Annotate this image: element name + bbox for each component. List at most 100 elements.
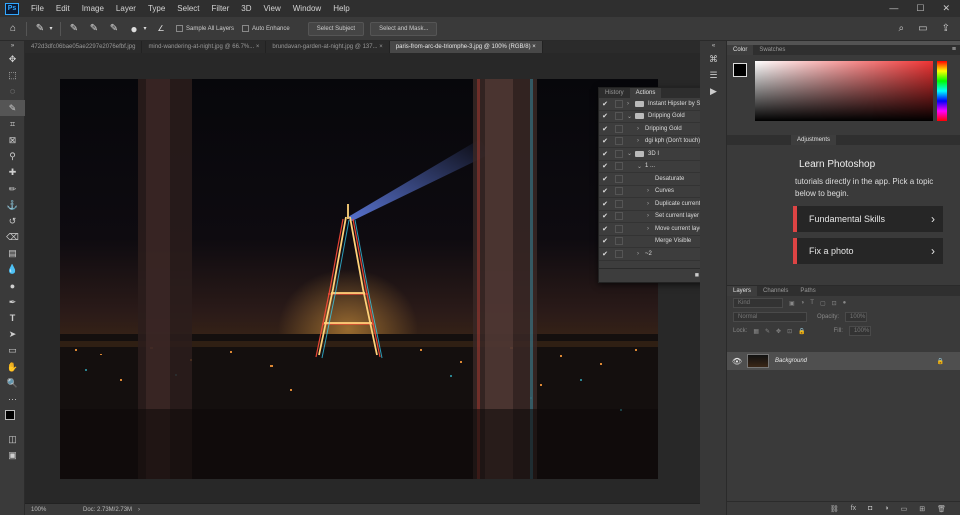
expand-arrow-icon[interactable]: ⌄ — [627, 150, 635, 157]
check-icon[interactable]: ✔ — [599, 150, 611, 158]
dodge-tool-icon[interactable]: ● — [0, 278, 25, 294]
libraries-icon[interactable]: ⌘ — [700, 51, 727, 67]
foreground-swatch[interactable] — [733, 63, 747, 77]
layer-row-background[interactable]: 👁 Background 🔒 — [727, 352, 960, 370]
pen-tool-icon[interactable]: ✒ — [0, 294, 25, 310]
lock-artboard-icon[interactable]: ⊡ — [787, 328, 792, 335]
expand-arrow-icon[interactable]: ⌄ — [637, 163, 645, 170]
dialog-toggle[interactable] — [615, 224, 623, 233]
lock-move-icon[interactable]: ✥ — [776, 328, 781, 335]
adjustment-layer-icon[interactable]: ◑ — [884, 505, 888, 512]
tab-color[interactable]: Color — [727, 45, 754, 55]
dialog-toggle[interactable] — [615, 124, 623, 133]
check-icon[interactable]: ✔ — [599, 225, 611, 233]
quick-selection-tool-icon[interactable]: ✎ — [33, 22, 47, 36]
dialog-toggle[interactable] — [615, 174, 623, 183]
menu-item-filter[interactable]: Filter — [206, 4, 236, 13]
check-icon[interactable]: ✔ — [599, 162, 611, 170]
dialog-toggle[interactable] — [615, 212, 623, 221]
menu-item-layer[interactable]: Layer — [110, 4, 142, 13]
new-selection-icon[interactable]: ✎ — [67, 22, 81, 36]
tab-history[interactable]: History — [599, 88, 630, 98]
actions-icon[interactable]: ▶ — [700, 83, 727, 99]
dialog-toggle[interactable] — [615, 162, 623, 171]
blend-mode-select[interactable]: Normal — [733, 312, 807, 322]
collapse-icon[interactable]: « — [700, 41, 727, 51]
chevron-down-icon[interactable]: ▾ — [142, 22, 148, 36]
eye-icon[interactable]: 👁 — [727, 357, 747, 366]
filter-shape-icon[interactable]: ▢ — [820, 300, 826, 307]
learn-card[interactable]: Fix a photo › — [793, 238, 943, 264]
expand-arrow-icon[interactable]: › — [627, 101, 635, 107]
tab-layers[interactable]: Layers — [727, 286, 758, 296]
auto-enhance-checkbox[interactable]: Auto Enhance — [242, 25, 290, 32]
select-subject-button[interactable]: Select Subject — [307, 21, 365, 36]
check-icon[interactable]: ✔ — [599, 250, 611, 258]
document-tab[interactable]: 472d3dfc06bae05ae2297e2076efbf.jpg — [25, 41, 143, 53]
menu-item-file[interactable]: File — [25, 4, 50, 13]
tab-actions[interactable]: Actions — [629, 88, 662, 98]
dialog-toggle[interactable] — [615, 237, 623, 246]
lock-pixels-icon[interactable]: ▦ — [753, 328, 759, 335]
document-tab[interactable]: mind-wandering-at-night.jpg @ 66.7%... × — [142, 41, 267, 53]
tab-swatches[interactable]: Swatches — [753, 45, 791, 55]
menu-item-select[interactable]: Select — [171, 4, 205, 13]
gradient-tool-icon[interactable]: ▤ — [0, 245, 25, 261]
collapse-icon[interactable]: » — [0, 41, 25, 51]
marquee-tool-icon[interactable]: ⬚ — [0, 67, 25, 83]
quick-selection-tool-icon[interactable]: ✎ — [0, 99, 25, 116]
color-swatches-icon[interactable] — [0, 407, 25, 431]
sample-all-layers-checkbox[interactable]: Sample All Layers — [176, 25, 234, 32]
check-icon[interactable]: ✔ — [599, 137, 611, 145]
subtract-from-selection-icon[interactable]: ✎ — [107, 22, 121, 36]
dialog-toggle[interactable] — [615, 99, 623, 108]
move-tool-icon[interactable]: ✥ — [0, 51, 25, 67]
check-icon[interactable]: ✔ — [599, 187, 611, 195]
lasso-tool-icon[interactable]: ◌ — [0, 83, 25, 99]
filter-pixel-icon[interactable]: ▣ — [789, 300, 795, 307]
dialog-toggle[interactable] — [615, 149, 623, 158]
path-selection-icon[interactable]: ➤ — [0, 326, 25, 342]
expand-arrow-icon[interactable]: › — [647, 201, 655, 207]
tab-paths[interactable]: Paths — [794, 286, 821, 296]
quick-mask-icon[interactable]: ◫ — [0, 431, 25, 447]
expand-arrow-icon[interactable]: ⌄ — [627, 113, 635, 120]
eyedropper-tool-icon[interactable]: ⚲ — [0, 148, 25, 164]
new-layer-icon[interactable]: ⊞ — [919, 505, 925, 513]
share-icon[interactable]: ⇪ — [942, 23, 950, 34]
filter-toggle-icon[interactable]: ● — [843, 300, 847, 306]
check-icon[interactable]: ✔ — [599, 100, 611, 108]
check-icon[interactable]: ✔ — [599, 112, 611, 120]
trash-icon[interactable]: 🗑 — [937, 505, 946, 513]
fx-icon[interactable]: fx — [851, 505, 856, 512]
document-tab[interactable]: brundavan-garden-at-night.jpg @ 137... × — [266, 41, 390, 53]
lock-all-icon[interactable]: 🔒 — [798, 328, 805, 335]
type-tool-icon[interactable]: T — [0, 310, 25, 326]
menu-item-view[interactable]: View — [258, 4, 287, 13]
dialog-toggle[interactable] — [615, 137, 623, 146]
mask-icon[interactable]: ◘ — [868, 505, 872, 512]
foreground-color[interactable] — [5, 410, 15, 421]
zoom-level[interactable]: 100% — [25, 507, 61, 513]
check-icon[interactable]: ✔ — [599, 125, 611, 133]
zoom-tool-icon[interactable]: 🔍 — [0, 375, 25, 391]
color-spectrum[interactable] — [755, 61, 933, 121]
filter-smart-icon[interactable]: ⊡ — [832, 300, 837, 307]
maximize-icon[interactable]: ☐ — [916, 3, 924, 14]
screen-mode-icon[interactable]: ▣ — [0, 447, 25, 463]
menu-item-3d[interactable]: 3D — [235, 4, 257, 13]
checkbox-box[interactable] — [176, 25, 183, 32]
blur-tool-icon[interactable]: 💧 — [0, 261, 25, 277]
hue-slider[interactable] — [937, 61, 947, 121]
group-icon[interactable]: ▭ — [901, 505, 908, 513]
eraser-tool-icon[interactable]: ⌫ — [0, 229, 25, 245]
panel-menu-icon[interactable]: ≡ — [952, 46, 956, 53]
filter-type-icon[interactable]: T — [810, 300, 814, 306]
menu-item-type[interactable]: Type — [142, 4, 171, 13]
stop-icon[interactable]: ■ — [695, 272, 699, 279]
brush-tool-icon[interactable]: ✏ — [0, 181, 25, 197]
lock-paint-icon[interactable]: ✎ — [765, 328, 770, 335]
menu-item-edit[interactable]: Edit — [50, 4, 76, 13]
learn-card[interactable]: Fundamental Skills › — [793, 206, 943, 232]
expand-arrow-icon[interactable]: › — [647, 226, 655, 232]
